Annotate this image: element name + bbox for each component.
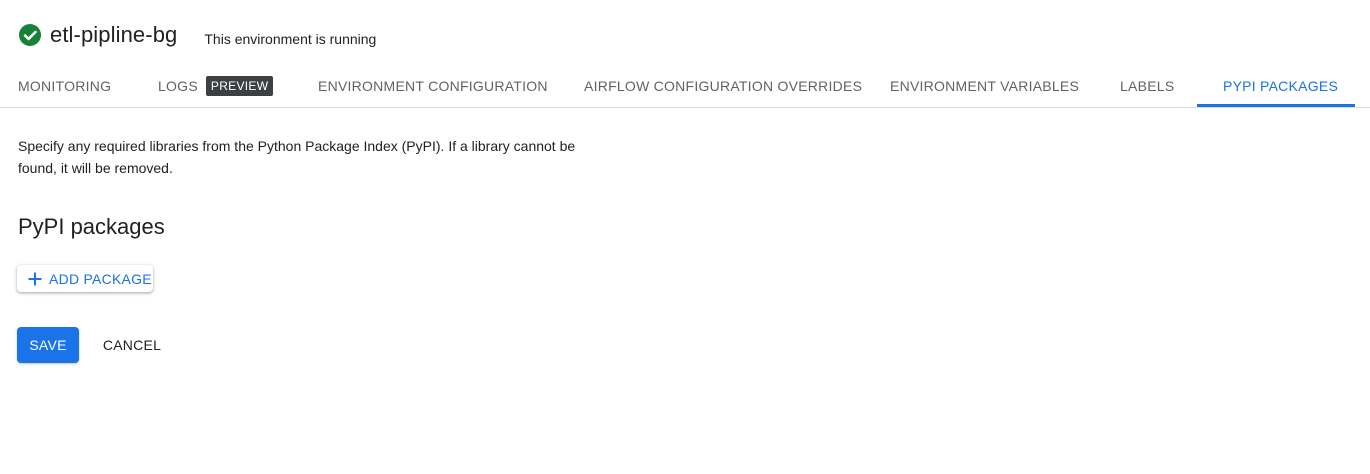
add-package-label: ADD PACKAGE	[49, 270, 152, 287]
active-tab-indicator	[1197, 104, 1355, 107]
tab-label: AIRFLOW CONFIGURATION OVERRIDES	[584, 78, 863, 94]
environment-header: etl-pipline-bg This environment is runni…	[18, 18, 376, 52]
tab-label: LABELS	[1120, 78, 1175, 94]
environment-name: etl-pipline-bg	[50, 22, 178, 47]
preview-badge: PREVIEW	[205, 76, 274, 96]
tab-label: ENVIRONMENT CONFIGURATION	[318, 78, 548, 94]
tab-airflow-configuration-overrides[interactable]: AIRFLOW CONFIGURATION OVERRIDES	[584, 66, 862, 106]
check-circle-icon	[18, 23, 42, 47]
tab-label: LOGS	[158, 78, 198, 94]
tab-bar: MONITORING LOGS PREVIEW ENVIRONMENT CONF…	[0, 66, 1370, 108]
cancel-button[interactable]: CANCEL	[92, 327, 172, 363]
tab-monitoring[interactable]: MONITORING	[18, 66, 111, 106]
environment-status-text: This environment is running	[204, 31, 377, 47]
save-button[interactable]: SAVE	[17, 327, 79, 363]
tab-environment-variables[interactable]: ENVIRONMENT VARIABLES	[890, 66, 1079, 106]
section-title: PyPI packages	[18, 214, 165, 239]
tab-pypi-packages[interactable]: PYPI PACKAGES	[1223, 66, 1338, 106]
tab-environment-configuration[interactable]: ENVIRONMENT CONFIGURATION	[318, 66, 548, 106]
plus-icon	[27, 271, 43, 287]
tab-labels[interactable]: LABELS	[1120, 66, 1174, 106]
add-package-button[interactable]: ADD PACKAGE	[17, 265, 153, 292]
tab-logs[interactable]: LOGS PREVIEW	[158, 66, 274, 106]
tab-label: MONITORING	[18, 78, 112, 94]
tab-label: PYPI PACKAGES	[1223, 78, 1339, 94]
tab-label: ENVIRONMENT VARIABLES	[890, 78, 1080, 94]
pypi-description: Specify any required libraries from the …	[18, 138, 576, 176]
